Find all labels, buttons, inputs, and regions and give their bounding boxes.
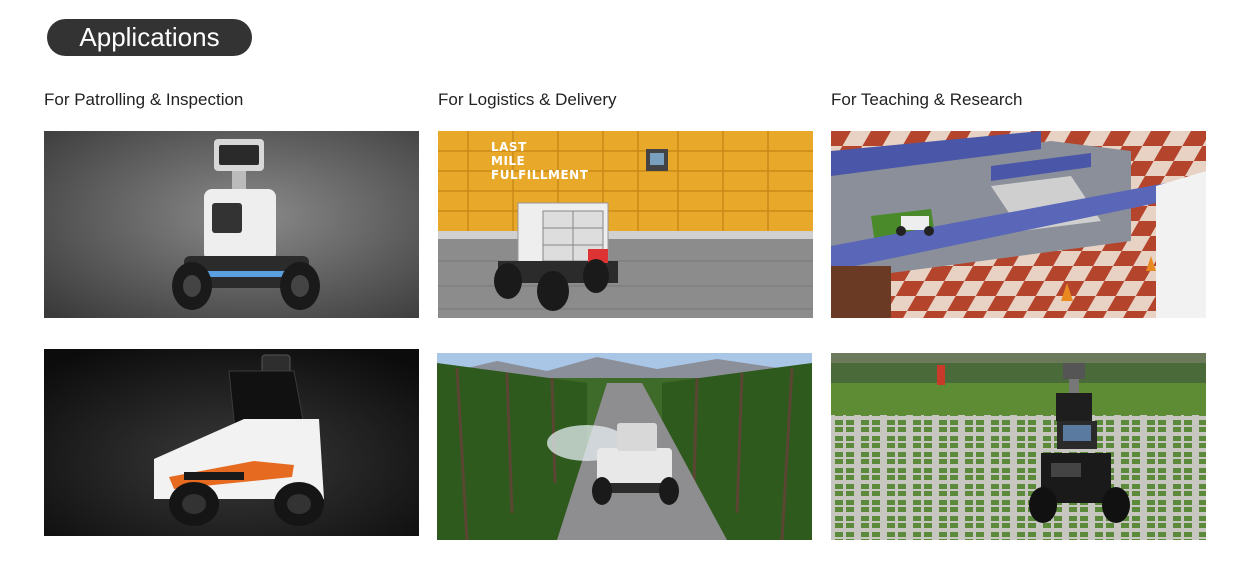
last-mile-fulfillment-overlay: LAST MILE FULFILLMENT (491, 140, 589, 182)
patrol-robot-studio-image (44, 131, 419, 318)
column-title-teaching: For Teaching & Research (831, 90, 1023, 109)
delivery-robot-lockers-image: LAST MILE FULFILLMENT (438, 131, 813, 318)
column-title-patrolling: For Patrolling & Inspection (44, 90, 244, 109)
sprayer-robot-vineyard-image (437, 353, 812, 540)
robot-on-grass-pavers-image (831, 353, 1206, 540)
column-title-logistics: For Logistics & Delivery (438, 90, 617, 109)
patrol-robot-dark-image (44, 349, 419, 536)
applications-badge: Applications (47, 19, 252, 56)
robot-maze-simulation-image (831, 131, 1206, 318)
